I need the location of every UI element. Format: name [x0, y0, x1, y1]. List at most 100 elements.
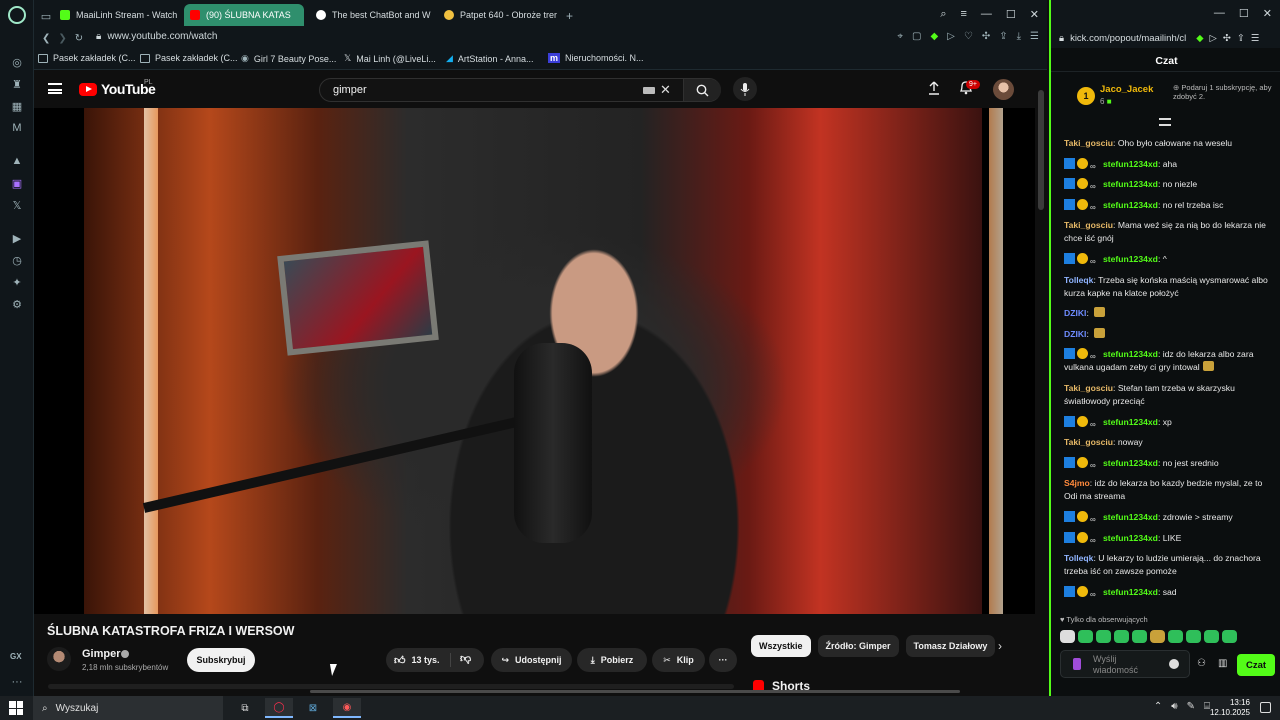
tray-arrow-icon[interactable]: ⌃ — [1154, 701, 1162, 712]
emote-icon[interactable] — [1204, 630, 1219, 643]
thumbs-down-icon[interactable]: 👎︎ — [460, 652, 471, 665]
maximize-icon[interactable]: ☐ — [1006, 8, 1016, 21]
hamburger-menu-icon[interactable] — [48, 83, 62, 94]
chat-username[interactable]: stefun1234xd — [1103, 179, 1158, 189]
bookmark-item[interactable]: Pasek zakładek (C... — [140, 53, 238, 63]
puzzle-icon[interactable]: ✣ — [982, 31, 990, 42]
like-button[interactable]: 👍︎ 13 tys. — [394, 654, 440, 667]
chat-username[interactable]: stefun1234xd — [1103, 512, 1158, 522]
maximize-icon[interactable]: ☐ — [1239, 7, 1249, 20]
emoji-picker-icon[interactable] — [1169, 659, 1179, 669]
page-scrollbar[interactable] — [1038, 80, 1044, 680]
send-chat-button[interactable]: Czat — [1237, 654, 1275, 676]
search-button[interactable] — [683, 79, 721, 101]
search-tabs-icon[interactable]: ⌕ — [940, 8, 946, 21]
tab-menu-icon[interactable]: ▭ — [38, 8, 54, 24]
bookmark-item[interactable]: Pasek zakładek (C... — [38, 53, 136, 63]
gift-sub-cta[interactable]: ⊕ Podaruj 1 subskrypcję, aby zdobyć 2. — [1173, 83, 1280, 101]
chat-username[interactable]: stefun1234xd — [1103, 349, 1158, 359]
download-button[interactable]: ⤓ Pobierz — [577, 648, 647, 672]
pinned-toggle-icon[interactable] — [1159, 118, 1171, 126]
volume-icon[interactable]: 🔊︎ — [1171, 701, 1177, 712]
account-avatar[interactable] — [993, 79, 1014, 100]
opera-gx-icon[interactable]: ◯ — [265, 698, 293, 718]
url-field[interactable]: 🔒︎ www.youtube.com/watch — [96, 31, 217, 42]
chat-username[interactable]: DZIKI — [1064, 308, 1086, 318]
subscribe-button[interactable]: Subskrybuj — [187, 648, 255, 672]
pen-icon[interactable]: ✎ — [1187, 701, 1195, 712]
game-icon[interactable]: ▦ — [9, 98, 25, 114]
vpn-icon[interactable]: ◆ — [930, 31, 938, 42]
chat-username[interactable]: stefun1234xd — [1103, 458, 1158, 468]
menu-icon[interactable]: ☰ — [1251, 33, 1260, 44]
emote-icon[interactable] — [1222, 630, 1237, 643]
close-icon[interactable]: ✕ — [1263, 7, 1272, 20]
windows-start-icon[interactable] — [9, 701, 23, 715]
ai-icon[interactable]: ◎ — [9, 54, 25, 70]
clear-search-icon[interactable]: ✕ — [660, 82, 671, 98]
player-icon[interactable]: ▶ — [9, 230, 25, 246]
chat-username[interactable]: Taki_gosciu — [1064, 220, 1113, 230]
extensions-icon[interactable]: ✦ — [9, 274, 25, 290]
kick-icon[interactable]: ▲ — [9, 153, 25, 169]
chat-username[interactable]: stefun1234xd — [1103, 533, 1158, 543]
puzzle-icon[interactable]: ✣ — [1223, 33, 1231, 44]
bookmark-item[interactable]: ◢ ArtStation - Anna... — [446, 53, 533, 64]
chat-username[interactable]: Tolleqk — [1064, 553, 1093, 563]
download-icon[interactable]: ⤓ — [1017, 31, 1021, 42]
popout-address-bar[interactable]: 🔒︎ kick.com/popout/maailinh/cl ◆ ▷ ✣ ⇪ ☰ — [1051, 28, 1280, 48]
channel-name[interactable]: Gimper — [82, 648, 121, 660]
vpn-icon[interactable]: ◆ — [1196, 33, 1203, 44]
channel-avatar[interactable] — [47, 647, 71, 671]
tab-kick[interactable]: MaaiLinh Stream - Watch — [54, 4, 184, 26]
snapshot-icon[interactable]: ▢ — [912, 31, 921, 42]
browser-logo-icon[interactable] — [8, 6, 26, 24]
history-icon[interactable]: ◷ — [9, 252, 25, 268]
keyboard-icon[interactable] — [643, 87, 655, 94]
tab-chatbot[interactable]: The best ChatBot and W — [310, 4, 436, 26]
settings-gear-icon[interactable]: ⚙ — [9, 296, 25, 312]
emote-icon[interactable] — [1186, 630, 1201, 643]
emote-icon[interactable] — [1096, 630, 1111, 643]
search-input[interactable]: gimper — [333, 84, 367, 96]
users-icon[interactable]: ⚇ — [1197, 658, 1206, 669]
chat-username[interactable]: Taki_gosciu — [1064, 383, 1113, 393]
notification-center-icon[interactable] — [1260, 702, 1271, 713]
menu-icon[interactable]: ☰ — [1030, 31, 1039, 42]
app-icon[interactable]: ◉ — [333, 698, 361, 718]
shop-icon[interactable]: ♜ — [9, 76, 25, 92]
player-icon[interactable]: ▷ — [1210, 33, 1217, 44]
chevron-right-icon[interactable]: › — [998, 639, 1002, 653]
microphone-icon[interactable] — [1073, 658, 1081, 670]
voice-search-button[interactable] — [733, 77, 757, 101]
chat-username[interactable]: Taki_gosciu — [1064, 437, 1113, 447]
upload-icon[interactable] — [927, 81, 941, 95]
chat-username[interactable]: stefun1234xd — [1103, 200, 1158, 210]
chat-username[interactable]: Taki_gosciu — [1064, 138, 1113, 148]
x-icon[interactable]: 𝕏 — [9, 197, 25, 213]
chip-source[interactable]: Źródło: Gimper — [817, 635, 899, 657]
emote-icon[interactable] — [1168, 630, 1183, 643]
clip-button[interactable]: ✂ Klip — [652, 648, 705, 672]
top-gifter-name[interactable]: Jaco_Jacek — [1100, 84, 1153, 95]
chat-input[interactable]: Wyślij wiadomość — [1060, 650, 1190, 678]
tab-patpet[interactable]: Patpet 640 - Obroże trer — [438, 4, 558, 26]
emote-icon[interactable] — [1114, 630, 1129, 643]
chat-username[interactable]: stefun1234xd — [1103, 159, 1158, 169]
minimize-icon[interactable]: — — [1214, 7, 1225, 20]
more-icon[interactable]: ··· — [9, 674, 25, 690]
tab-youtube[interactable]: (90) ŚLUBNA KATAS — [184, 4, 304, 26]
emote-icon[interactable] — [1078, 630, 1093, 643]
task-view-icon[interactable]: ⧉ — [231, 698, 259, 718]
twitch-icon[interactable]: ▣ — [9, 175, 25, 191]
pin-icon[interactable]: ⌖ — [897, 31, 903, 42]
chat-username[interactable]: DZIKI — [1064, 329, 1086, 339]
emote-icon[interactable] — [1150, 630, 1165, 643]
chat-username[interactable]: Tolleqk — [1064, 275, 1093, 285]
mail-icon[interactable]: M — [9, 120, 25, 136]
excel-icon[interactable]: ⊠ — [299, 698, 327, 718]
chat-username[interactable]: stefun1234xd — [1103, 417, 1158, 427]
forward-icon[interactable]: ❯ — [58, 33, 66, 44]
tab-player-icon[interactable]: ▷ — [947, 31, 955, 42]
bookmark-item[interactable]: m Nieruchomości. N... — [548, 53, 644, 63]
